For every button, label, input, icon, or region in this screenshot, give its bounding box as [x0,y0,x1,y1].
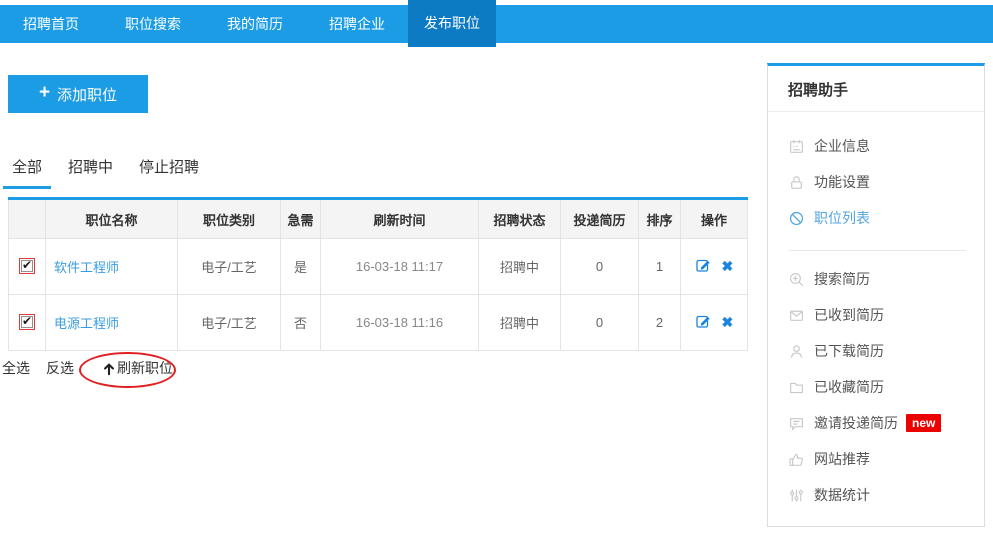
job-name-link[interactable]: 电源工程师 [54,316,119,331]
edit-icon[interactable] [695,257,711,276]
search-plus-icon [788,271,805,288]
refresh-time-cell: 16-03-18 11:16 [321,295,479,351]
refresh-time-cell: 16-03-18 11:17 [321,239,479,295]
sidebar-title: 招聘助手 [768,66,984,112]
add-job-label: 添加职位 [57,84,117,105]
tab-recruiting[interactable]: 招聘中 [59,156,122,189]
nav-item-companies[interactable]: 招聘企业 [306,5,408,43]
nav-item-my-resume[interactable]: 我的简历 [204,5,306,43]
table-row: ✔ 电源工程师 电子/工艺 否 16-03-18 11:16 招聘中 0 2 [9,295,748,351]
table-header-row: 职位名称 职位类别 急需 刷新时间 招聘状态 投递简历 排序 操作 [9,199,748,239]
envelope-icon [788,307,805,324]
lock-icon [788,174,805,191]
recruitment-assistant-panel: 招聘助手 企业信息 功能设置 [767,63,985,527]
status-filter-tabs: 全部 招聘中 停止招聘 [3,156,216,189]
nav-item-job-search[interactable]: 职位搜索 [102,5,204,43]
header-order: 排序 [639,199,681,239]
order-cell: 2 [639,295,681,351]
refresh-jobs-label: 刷新职位 [117,358,173,378]
job-category-cell: 电子/工艺 [178,295,281,351]
tab-stopped[interactable]: 停止招聘 [130,156,208,189]
user-icon [788,343,805,360]
sidebar-item-label: 企业信息 [814,136,870,156]
sidebar-item-label: 功能设置 [814,172,870,192]
sidebar-item-received-resumes[interactable]: 已收到简历 [788,297,970,333]
job-name-link[interactable]: 软件工程师 [54,260,119,275]
comment-icon [788,415,805,432]
job-category-cell: 电子/工艺 [178,239,281,295]
sidebar-item-label: 搜索简历 [814,269,870,289]
add-job-button[interactable]: + 添加职位 [8,75,148,113]
resumes-cell: 0 [561,239,639,295]
sidebar-divider [789,250,966,251]
urgent-cell: 否 [281,295,321,351]
sidebar-item-statistics[interactable]: 数据统计 [788,477,970,513]
checkmark-icon: ✔ [22,258,32,272]
row-checkbox[interactable]: ✔ [21,316,33,328]
sidebar-item-label: 数据统计 [814,485,870,505]
delete-icon[interactable]: ✖ [721,314,733,330]
sidebar-item-label: 已下载简历 [814,341,884,361]
tab-all[interactable]: 全部 [3,156,51,189]
table-row: ✔ 软件工程师 电子/工艺 是 16-03-18 11:17 招聘中 0 1 [9,239,748,295]
sidebar-item-label: 邀请投递简历 [814,413,898,433]
plus-icon: + [39,82,50,104]
up-arrow-icon [102,361,116,376]
sidebar-item-company-info[interactable]: 企业信息 [788,128,970,164]
ban-icon [788,210,805,227]
sidebar-item-downloaded-resumes[interactable]: 已下载简历 [788,333,970,369]
checkbox-highlight-annotation: ✔ [19,258,35,274]
page: 招聘首页 职位搜索 我的简历 招聘企业 发布职位 + 添加职位 全部 招聘中 停… [0,0,993,535]
invert-selection-link[interactable]: 反选 [46,358,74,378]
nav-item-recruit-home[interactable]: 招聘首页 [0,5,102,43]
sidebar-item-label: 职位列表 [814,208,870,228]
sidebar-item-favorited-resumes[interactable]: 已收藏简历 [788,369,970,405]
sidebar-item-job-list[interactable]: 职位列表 [788,200,970,236]
header-job-category: 职位类别 [178,199,281,239]
sidebar-list: 企业信息 功能设置 职位列表 [768,112,984,513]
edit-icon[interactable] [695,313,711,332]
nav-item-post-job[interactable]: 发布职位 [408,0,496,47]
sidebar-item-label: 已收到简历 [814,305,884,325]
header-job-name: 职位名称 [46,199,178,239]
table-footer-actions: 全选 反选 刷新职位 [2,358,173,378]
job-table: 职位名称 职位类别 急需 刷新时间 招聘状态 投递简历 排序 操作 ✔ [8,197,748,351]
id-card-icon [788,138,805,155]
refresh-jobs-link[interactable]: 刷新职位 [102,358,173,378]
delete-icon[interactable]: ✖ [721,258,733,274]
header-checkbox-col [9,199,46,239]
header-refresh-time: 刷新时间 [321,199,479,239]
status-cell: 招聘中 [479,295,561,351]
sidebar-item-site-recommend[interactable]: 网站推荐 [788,441,970,477]
thumbs-up-icon [788,451,805,468]
sliders-icon [788,487,805,504]
header-urgent: 急需 [281,199,321,239]
top-navigation: 招聘首页 职位搜索 我的简历 招聘企业 发布职位 [0,5,993,43]
sidebar-item-label: 网站推荐 [814,449,870,469]
header-operations: 操作 [681,199,748,239]
row-checkbox[interactable]: ✔ [21,260,33,272]
header-resumes: 投递简历 [561,199,639,239]
sidebar-item-settings[interactable]: 功能设置 [788,164,970,200]
header-status: 招聘状态 [479,199,561,239]
new-badge: new [906,414,941,432]
checkmark-icon: ✔ [22,314,32,328]
order-cell: 1 [639,239,681,295]
sidebar-item-invite-resumes[interactable]: 邀请投递简历 new [788,405,970,441]
status-cell: 招聘中 [479,239,561,295]
sidebar-item-label: 已收藏简历 [814,377,884,397]
select-all-link[interactable]: 全选 [2,358,30,378]
checkbox-highlight-annotation: ✔ [19,314,35,330]
folder-icon [788,379,805,396]
resumes-cell: 0 [561,295,639,351]
urgent-cell: 是 [281,239,321,295]
sidebar-item-search-resumes[interactable]: 搜索简历 [788,261,970,297]
